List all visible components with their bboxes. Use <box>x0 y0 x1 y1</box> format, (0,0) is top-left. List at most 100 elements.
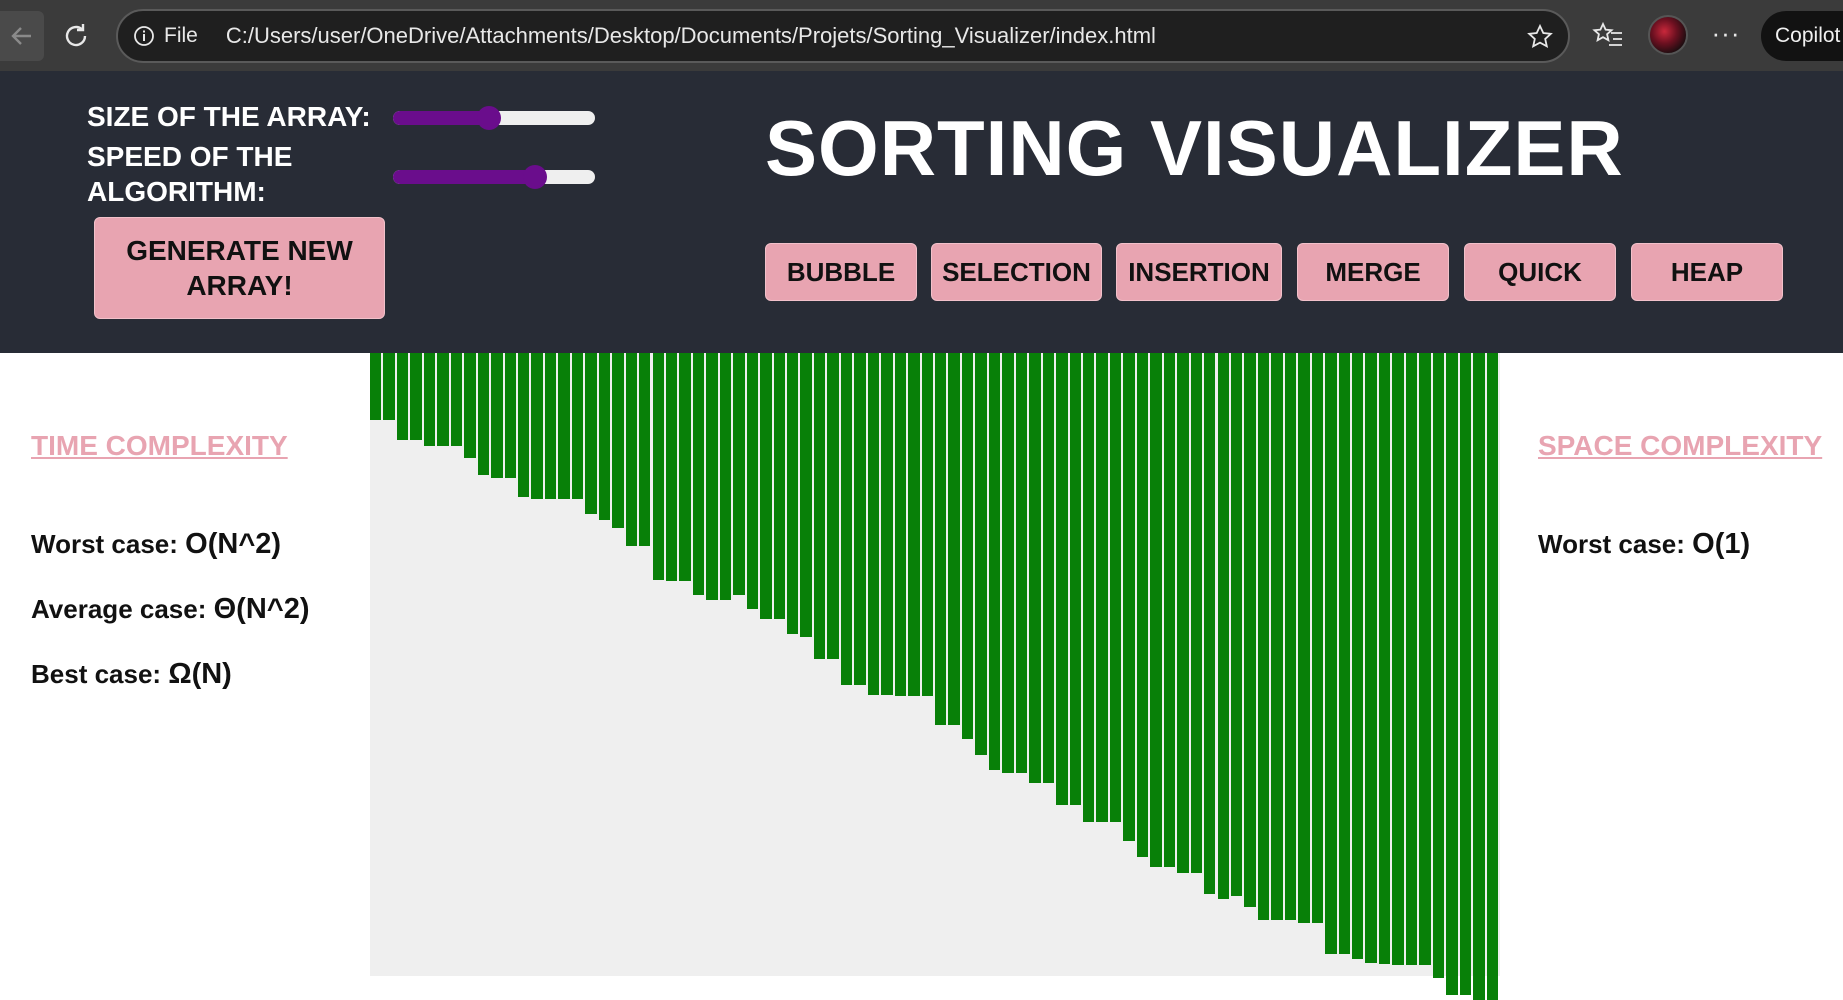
array-bar <box>1486 353 1498 1000</box>
array-bar <box>370 353 382 420</box>
speed-label-line1: SPEED OF THE <box>87 141 293 172</box>
array-bar <box>1284 353 1297 920</box>
array-bar <box>961 353 974 739</box>
array-bar <box>1459 353 1472 995</box>
time-complexity-heading: TIME COMPLEXITY <box>31 430 288 461</box>
quick-sort-button[interactable]: QUICK <box>1464 243 1616 301</box>
profile-avatar[interactable] <box>1648 15 1688 55</box>
array-bar <box>692 353 705 595</box>
average-case-label: Average case: <box>31 594 207 624</box>
address-bar[interactable]: File C:/Users/user/OneDrive/Attachments/… <box>116 9 1570 63</box>
selection-sort-button[interactable]: SELECTION <box>931 243 1102 301</box>
browser-toolbar: File C:/Users/user/OneDrive/Attachments/… <box>0 0 1843 71</box>
array-bar <box>1109 353 1122 822</box>
more-options-icon[interactable]: ··· <box>1710 20 1742 52</box>
array-bar <box>1311 353 1324 923</box>
array-bar <box>894 353 907 696</box>
array-bar <box>571 353 584 499</box>
array-bar <box>491 353 503 478</box>
array-bar <box>1365 353 1377 963</box>
array-size-slider[interactable] <box>393 106 595 130</box>
array-bar <box>1217 353 1229 899</box>
file-label: File <box>164 24 198 47</box>
array-bar <box>908 353 920 696</box>
best-case-label: Best case: <box>31 659 162 689</box>
array-bar <box>1136 353 1149 857</box>
array-bar <box>652 353 664 580</box>
array-bars-area <box>370 353 1500 1000</box>
reload-icon <box>65 24 87 47</box>
array-bar <box>1419 353 1431 965</box>
array-size-label: SIZE OF THE ARRAY: <box>87 101 371 132</box>
array-bar <box>1056 353 1068 805</box>
heap-sort-button[interactable]: HEAP <box>1631 243 1783 301</box>
array-bar <box>437 353 449 446</box>
array-bar <box>800 353 812 637</box>
array-bar <box>1150 353 1162 867</box>
array-bar <box>1244 353 1256 907</box>
array-bar <box>517 353 530 497</box>
array-bar <box>558 353 570 499</box>
star-icon[interactable] <box>1526 23 1554 51</box>
array-bar <box>935 353 947 725</box>
array-bar <box>464 353 476 458</box>
copilot-button[interactable]: Copilot <box>1761 11 1843 61</box>
array-bar <box>1042 353 1055 783</box>
array-bar <box>396 353 409 440</box>
array-bar <box>881 353 893 695</box>
array-bar <box>410 353 422 440</box>
array-bar <box>1204 353 1216 894</box>
info-icon[interactable] <box>132 24 156 48</box>
array-bar <box>1405 353 1418 965</box>
array-bar <box>1015 353 1028 773</box>
array-bar <box>665 353 678 581</box>
array-bar <box>1230 353 1243 896</box>
merge-sort-button[interactable]: MERGE <box>1297 243 1449 301</box>
array-bar <box>1325 353 1337 954</box>
array-bar <box>639 353 651 546</box>
array-bar <box>544 353 557 499</box>
slider-thumb[interactable] <box>476 106 501 130</box>
array-bar <box>1432 353 1445 978</box>
space-worst-case-label: Worst case: <box>1538 529 1685 559</box>
url-text[interactable]: C:/Users/user/OneDrive/Attachments/Deskt… <box>226 23 1156 49</box>
favorites-icon[interactable] <box>1591 19 1625 53</box>
best-case-value: Ω(N) <box>168 658 232 690</box>
array-bar <box>1392 353 1404 965</box>
time-best-case: Best case: Ω(N) <box>31 658 232 691</box>
array-bar <box>1338 353 1350 954</box>
array-bar <box>773 353 785 619</box>
time-average-case: Average case: Θ(N^2) <box>31 593 310 626</box>
space-worst-case: Worst case: O(1) <box>1538 528 1750 561</box>
array-bar <box>1029 353 1041 783</box>
reload-button[interactable] <box>56 16 96 56</box>
array-bar <box>1002 353 1014 773</box>
array-bar <box>948 353 960 725</box>
array-bar <box>1378 353 1391 964</box>
generate-label-line1: GENERATE NEW <box>126 235 353 266</box>
array-bar <box>867 353 880 695</box>
array-bar <box>787 353 799 634</box>
speed-slider[interactable] <box>393 165 595 189</box>
array-bar <box>504 353 516 478</box>
array-bar <box>1096 353 1108 822</box>
insertion-sort-button[interactable]: INSERTION <box>1116 243 1282 301</box>
average-case-value: Θ(N^2) <box>213 593 310 625</box>
generate-label-line2: ARRAY! <box>186 270 293 301</box>
array-bar <box>746 353 759 609</box>
page-title: SORTING VISUALIZER <box>765 104 1624 192</box>
slider-thumb[interactable] <box>522 165 547 189</box>
array-bar <box>1257 353 1270 920</box>
array-bar <box>1082 353 1095 822</box>
array-bar <box>585 353 597 514</box>
bubble-sort-button[interactable]: BUBBLE <box>765 243 917 301</box>
array-bar <box>531 353 543 499</box>
space-worst-case-value: O(1) <box>1692 528 1751 560</box>
worst-case-value: O(N^2) <box>185 528 282 560</box>
back-button[interactable] <box>0 11 44 61</box>
array-bar <box>706 353 718 600</box>
generate-array-button[interactable]: GENERATE NEW ARRAY! <box>94 217 385 319</box>
array-bar <box>1473 353 1485 1000</box>
array-bar <box>1271 353 1283 920</box>
array-bar <box>760 353 772 619</box>
